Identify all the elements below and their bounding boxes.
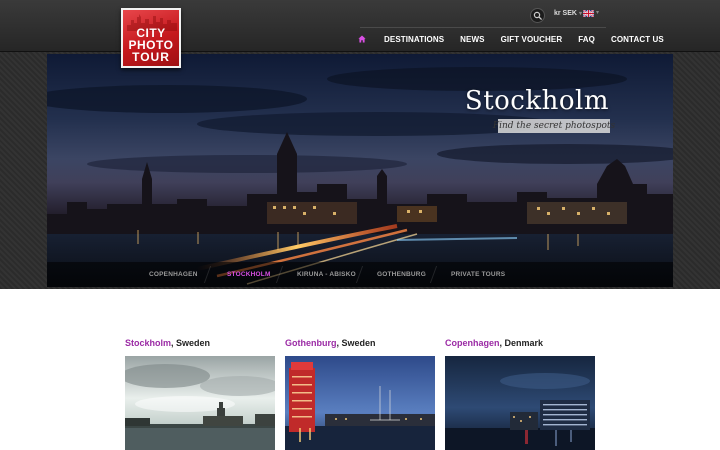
hero-title: Stockholm [464,86,609,116]
city-name: Stockholm [125,338,172,348]
tab-gothenburg[interactable]: GOTHENBURG [377,262,426,287]
tab-kiruna-abisko[interactable]: KIRUNA - ABISKO [297,262,356,287]
city-name: Gothenburg [285,338,337,348]
home-icon [358,35,366,43]
city-card-stockholm[interactable]: Stockholm, Sweden [125,338,275,450]
stockholm-photo [125,356,275,450]
currency-selector[interactable]: kr SEK ▾ [554,10,582,17]
city-card-copenhagen[interactable]: Copenhagen, Denmark [445,338,595,450]
chevron-down-icon: ▾ [596,10,600,16]
language-selector[interactable]: ▾ [583,10,603,18]
city-title[interactable]: Gothenburg, Sweden [285,338,435,350]
nav-divider [360,27,606,28]
logo-text: CITY PHOTO TOUR [123,27,179,63]
tab-divider [275,266,284,283]
city-image-stockholm[interactable] [125,356,275,450]
city-title[interactable]: Copenhagen, Denmark [445,338,595,350]
chevron-down-icon: ▾ [578,11,582,17]
nav-faq[interactable]: FAQ [570,29,603,49]
search-button[interactable] [530,8,545,23]
uk-flag-icon [583,10,594,17]
currency-label: kr SEK [554,10,577,17]
nav-news[interactable]: NEWS [452,29,492,49]
site-logo[interactable]: CITY PHOTO TOUR [121,8,181,68]
city-image-gothenburg[interactable] [285,356,435,450]
nav-gift-voucher[interactable]: GIFT VOUCHER [493,29,571,49]
tab-divider [203,266,212,283]
logo-line-tour: TOUR [132,50,170,64]
copenhagen-photo [445,356,595,450]
tab-divider [355,266,364,283]
hero-slider: Stockholm Find the secret photospots COP… [47,54,673,287]
tab-copenhagen[interactable]: COPENHAGEN [149,262,198,287]
site-header: kr SEK ▾ ▾ DESTINATIONS NEWS GIFT VOUCHER… [0,0,720,52]
destination-tabs: COPENHAGEN STOCKHOLM KIRUNA - ABISKO GOT… [47,262,673,287]
tab-stockholm[interactable]: STOCKHOLM [227,262,271,287]
tab-private-tours[interactable]: PRIVATE TOURS [451,262,505,287]
nav-contact-us[interactable]: CONTACT US [603,29,672,49]
city-title[interactable]: Stockholm, Sweden [125,338,275,350]
main-nav: DESTINATIONS NEWS GIFT VOUCHER FAQ CONTA… [354,29,672,49]
city-image-copenhagen[interactable] [445,356,595,450]
gothenburg-photo [285,356,435,450]
search-icon [533,11,543,21]
nav-home[interactable] [354,29,376,49]
tab-divider [429,266,438,283]
city-country: , Sweden [171,338,211,348]
nav-destinations[interactable]: DESTINATIONS [376,29,452,49]
city-country: , Denmark [499,338,544,348]
city-name: Copenhagen [445,338,500,348]
hero-tagline: Find the secret photospots [492,119,616,133]
city-country: , Sweden [336,338,376,348]
city-card-gothenburg[interactable]: Gothenburg, Sweden [285,338,435,450]
